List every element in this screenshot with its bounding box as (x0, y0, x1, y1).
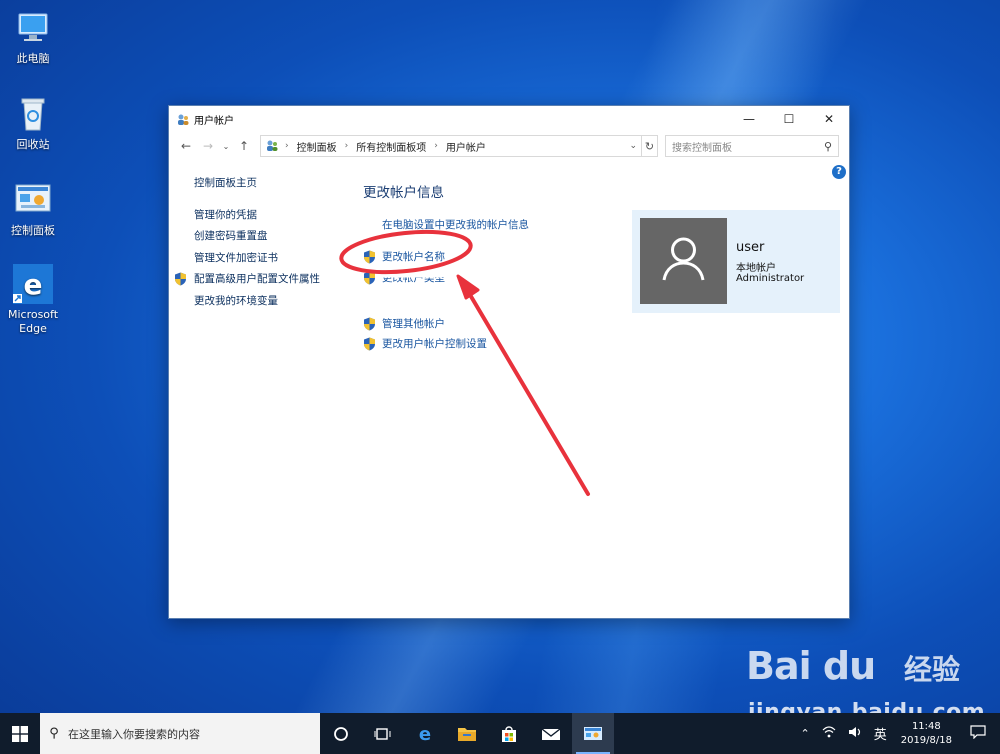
user-name: user (736, 240, 765, 255)
link-pc-settings[interactable]: 在电脑设置中更改我的帐户信息 (382, 217, 529, 232)
ime-indicator[interactable]: 英 (874, 724, 887, 743)
link-advanced-profile-properties[interactable]: 配置高级用户配置文件属性 (175, 272, 320, 294)
search-placeholder: 搜索控制面板 (672, 142, 732, 154)
search-icon[interactable]: ⚲ (824, 140, 832, 153)
taskbar-edge[interactable]: e (404, 713, 446, 754)
cortana-circle-icon (334, 726, 348, 741)
taskbar-store[interactable] (488, 713, 530, 754)
link-create-reset-disk[interactable]: 创建密码重置盘 (194, 229, 320, 251)
windows-logo-icon (12, 725, 28, 742)
task-view-button[interactable] (362, 713, 404, 754)
folder-icon (458, 727, 476, 741)
uac-shield-icon (363, 249, 376, 264)
volume-icon[interactable] (848, 726, 862, 741)
desktop-icon-label: 回收站 (16, 138, 50, 151)
recycle-bin-icon (13, 94, 53, 134)
user-role: Administrator (736, 273, 805, 284)
cortana-button[interactable] (320, 713, 362, 754)
breadcrumb-separator-icon[interactable]: › (285, 141, 289, 151)
taskbar-search-placeholder: 在这里输入你要搜索的内容 (68, 727, 200, 741)
jingyan-text: 经验 (903, 653, 960, 686)
navigation-bar: ← → ⌄ ↑ › 控制面板 › 所有控制面板项 › 用户帐户 ⌄ ↻ 搜索控制… (169, 132, 849, 160)
maximize-button[interactable]: ☐ (769, 106, 809, 132)
svg-text:e: e (24, 268, 43, 301)
clock-date: 2019/8/18 (900, 734, 952, 746)
window-titlebar[interactable]: 用户帐户 — ☐ ✕ (169, 106, 849, 132)
uac-shield-icon (363, 316, 376, 331)
edge-icon: e (419, 724, 431, 744)
back-arrow-icon[interactable]: ← (177, 139, 195, 153)
system-tray: ⌃ 英 11:48 2019/8/18 (794, 713, 1000, 754)
page-heading: 更改帐户信息 (363, 185, 444, 201)
link-change-environment-variables[interactable]: 更改我的环境变量 (194, 294, 320, 316)
uac-shield-icon (174, 272, 187, 286)
breadcrumb-separator-icon[interactable]: › (345, 141, 349, 151)
taskbar: ⚲ 在这里输入你要搜索的内容 e ⌃ 英 11:48 2019/8/18 (0, 713, 1000, 754)
taskbar-mail[interactable] (530, 713, 572, 754)
user-card: user 本地帐户 Administrator (632, 210, 840, 313)
user-silhouette-icon (662, 237, 705, 281)
desktop-icon-edge[interactable]: e Microsoft Edge (0, 264, 66, 336)
breadcrumb-separator-icon[interactable]: › (434, 141, 438, 151)
search-box[interactable]: 搜索控制面板 ⚲ (665, 135, 839, 157)
address-bar[interactable]: › 控制面板 › 所有控制面板项 › 用户帐户 ⌄ (260, 135, 642, 157)
start-button[interactable] (0, 713, 40, 754)
help-icon[interactable]: ? (832, 165, 846, 179)
control-panel-icon (13, 180, 53, 220)
link-change-account-name[interactable]: 更改帐户名称 (382, 249, 445, 264)
breadcrumb-user-accounts[interactable]: 用户帐户 (446, 139, 486, 154)
address-dropdown-chevron-icon[interactable]: ⌄ (629, 141, 637, 151)
desktop-icon-label: 此电脑 (16, 52, 50, 65)
avatar (640, 218, 727, 304)
link-uac-settings[interactable]: 更改用户帐户控制设置 (382, 336, 487, 351)
baidu-logo: Bai du (746, 644, 876, 688)
search-icon: ⚲ (49, 726, 59, 741)
refresh-button[interactable]: ↻ (642, 135, 658, 157)
computer-icon (13, 8, 53, 48)
show-hidden-icons-chevron-icon[interactable]: ⌃ (800, 727, 809, 740)
left-task-pane: 控制面板主页 管理你的凭据 创建密码重置盘 管理文件加密证书 配置高级用户配置文… (175, 176, 320, 316)
taskbar-clock[interactable]: 11:48 2019/8/18 (901, 720, 952, 748)
desktop-icon-control-panel[interactable]: 控制面板 (0, 180, 66, 238)
store-bag-icon (502, 725, 516, 742)
clock-time: 11:48 (911, 720, 941, 732)
control-panel-icon (584, 726, 602, 740)
taskbar-search-box[interactable]: ⚲ 在这里输入你要搜索的内容 (40, 713, 320, 754)
link-manage-encryption-certs[interactable]: 管理文件加密证书 (194, 251, 320, 273)
link-change-account-type[interactable]: 更改帐户类型 (382, 278, 445, 286)
link-control-panel-home[interactable]: 控制面板主页 (194, 176, 320, 198)
taskbar-control-panel[interactable] (572, 713, 614, 754)
mail-icon (541, 727, 561, 740)
close-button[interactable]: ✕ (809, 106, 849, 132)
link-manage-other-accounts[interactable]: 管理其他帐户 (382, 316, 445, 331)
breadcrumb-all-items[interactable]: 所有控制面板项 (356, 139, 426, 154)
desktop-icon-label: Microsoft Edge (7, 308, 59, 335)
forward-arrow-icon[interactable]: → (199, 139, 217, 153)
desktop-icon-this-pc[interactable]: 此电脑 (0, 8, 66, 66)
user-accounts-window: 用户帐户 — ☐ ✕ ← → ⌄ ↑ › 控制面板 › 所有控制面板项 › 用户… (168, 105, 850, 619)
window-controls: — ☐ ✕ (729, 106, 849, 132)
network-icon[interactable] (822, 726, 836, 741)
up-arrow-icon[interactable]: ↑ (235, 139, 253, 153)
breadcrumb-control-panel[interactable]: 控制面板 (297, 139, 337, 154)
link-manage-credentials[interactable]: 管理你的凭据 (194, 208, 320, 230)
edge-icon: e (13, 264, 53, 304)
task-view-icon (374, 727, 391, 740)
desktop-icon-label: 控制面板 (11, 224, 55, 237)
control-panel-icon (265, 139, 279, 153)
desktop-icon-recycle-bin[interactable]: 回收站 (0, 94, 66, 152)
minimize-button[interactable]: — (729, 106, 769, 132)
uac-shield-icon (363, 270, 376, 285)
taskbar-file-explorer[interactable] (446, 713, 488, 754)
recent-chevron-down-icon[interactable]: ⌄ (217, 142, 235, 151)
window-title: 用户帐户 (194, 115, 234, 127)
users-icon (176, 112, 190, 126)
uac-shield-icon (363, 336, 376, 351)
user-account-type: 本地帐户 (736, 263, 776, 274)
main-content: 更改帐户信息 在电脑设置中更改我的帐户信息 更改帐户名称 更改帐户类型 管理其他… (363, 181, 529, 351)
action-center-notification-icon[interactable] (970, 725, 986, 742)
svg-text:e: e (419, 724, 431, 744)
